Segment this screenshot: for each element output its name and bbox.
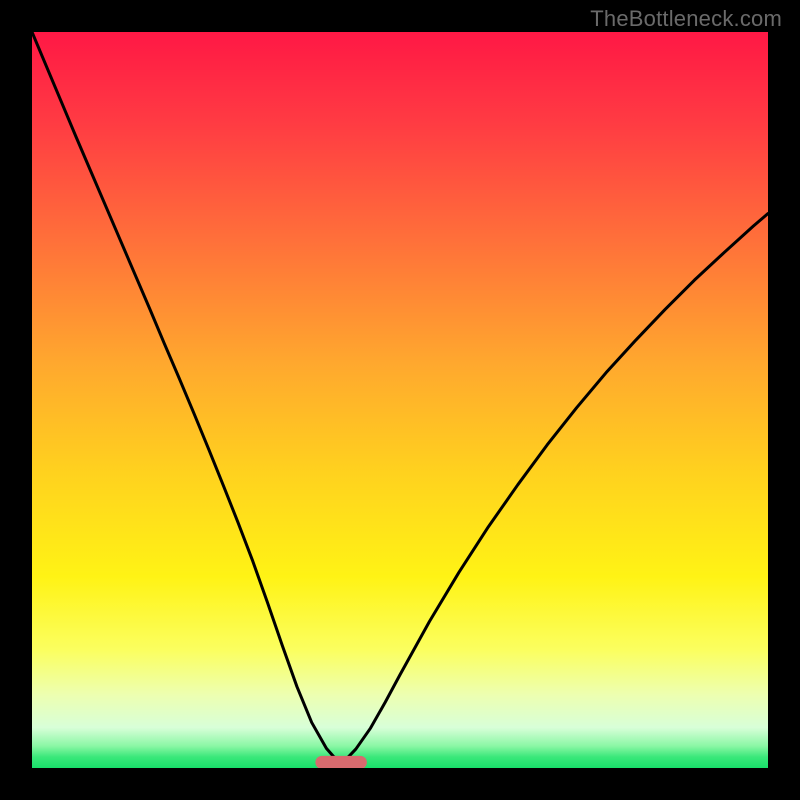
gradient-background (32, 32, 768, 768)
watermark-text: TheBottleneck.com (590, 6, 782, 32)
bottleneck-plot (32, 32, 768, 768)
dip-marker (315, 756, 367, 768)
chart-container: TheBottleneck.com (0, 0, 800, 800)
plot-svg (32, 32, 768, 768)
